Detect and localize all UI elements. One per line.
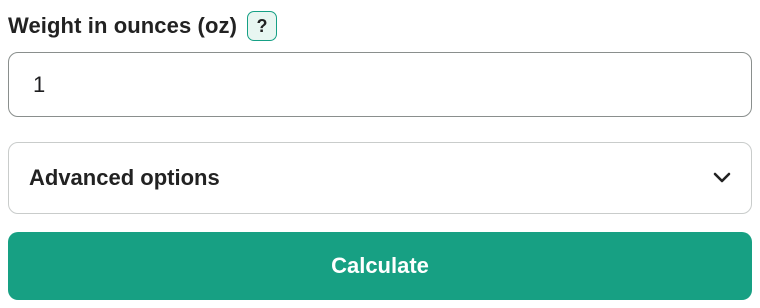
weight-field-label-row: Weight in ounces (oz) ? xyxy=(8,10,278,42)
calculate-button[interactable]: Calculate xyxy=(8,232,752,300)
weight-input[interactable] xyxy=(8,52,752,117)
weight-field-label: Weight in ounces (oz) xyxy=(8,13,238,38)
help-button[interactable]: ? xyxy=(247,11,278,41)
advanced-options-toggle[interactable]: Advanced options xyxy=(8,142,752,214)
advanced-options-label: Advanced options xyxy=(29,165,220,190)
weight-calculator-form: Weight in ounces (oz) ? Advanced options… xyxy=(0,0,760,308)
chevron-down-icon xyxy=(711,167,733,189)
